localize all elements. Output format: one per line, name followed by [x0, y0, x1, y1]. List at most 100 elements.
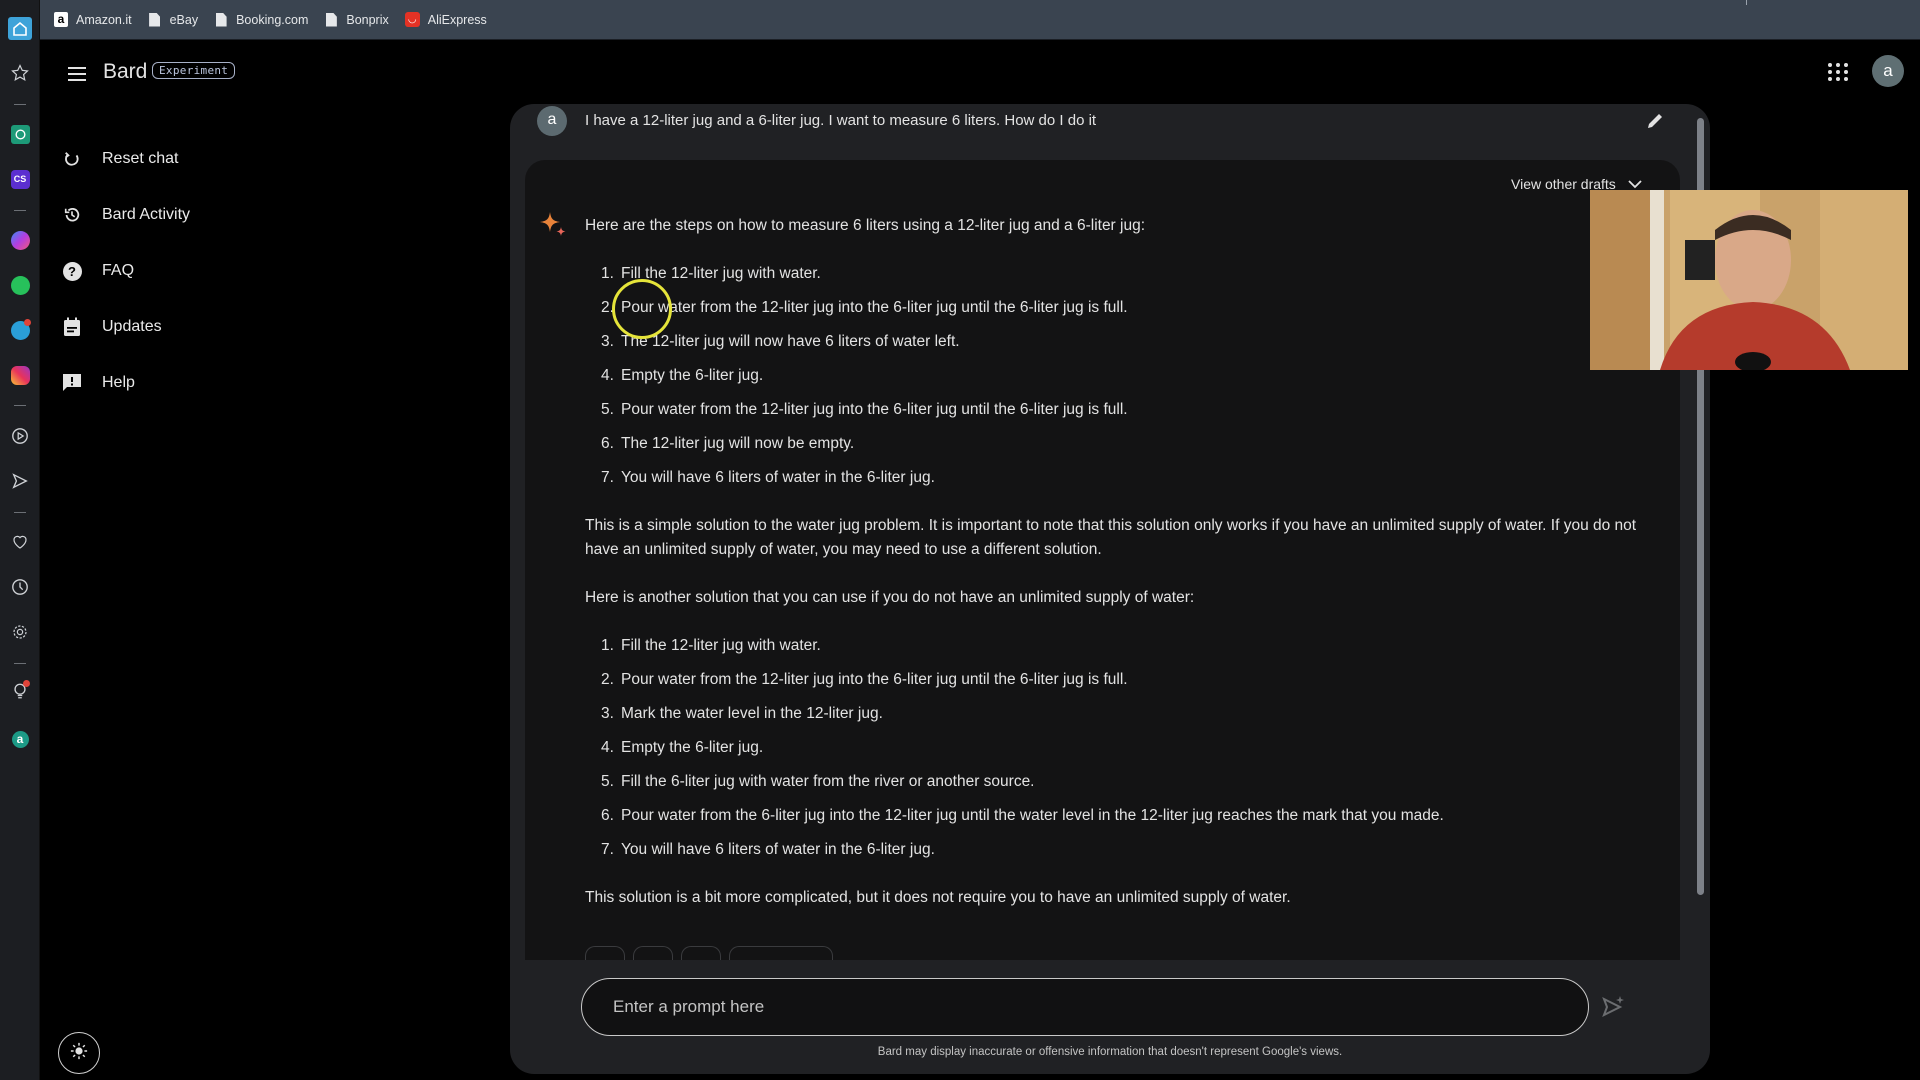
list-item: 3. Mark the water level in the 12-liter j…	[601, 705, 883, 722]
page-icon	[325, 12, 337, 27]
page-icon	[149, 12, 161, 27]
response-body: Here are the steps on how to measure 6 l…	[585, 214, 1645, 910]
list-item: 6. The 12-liter jug will now be empty.	[601, 435, 855, 452]
cs-app-icon[interactable]: CS	[9, 168, 31, 190]
bookmark-label: eBay	[169, 12, 199, 27]
bard-sidebar: Bard Experiment Reset chat Bard Activity…	[40, 40, 510, 1080]
list-item: 6. Pour water from the 6-liter jug into t…	[601, 807, 1444, 824]
sidebar-item-bard-activity[interactable]: Bard Activity	[62, 195, 190, 235]
bookmark-ebay[interactable]: eBay	[148, 12, 199, 28]
list-item: 5. Fill the 6-liter jug with water from t…	[601, 773, 1035, 790]
pencil-icon	[1644, 114, 1666, 136]
bookmark-booking[interactable]: Booking.com	[214, 12, 308, 28]
response-action-buttons	[585, 946, 833, 960]
google-it-button[interactable]	[729, 946, 833, 960]
bookmarks-divider	[1746, 0, 1747, 5]
send-icon	[1600, 996, 1626, 1024]
share-button[interactable]	[681, 946, 721, 960]
list-item: 4. Empty the 6-liter jug.	[601, 739, 764, 756]
sidebar-item-label: Reset chat	[102, 150, 179, 167]
telegram-icon[interactable]	[9, 318, 31, 341]
list-item: 1. Fill the 12-liter jug with water.	[601, 265, 821, 282]
history-icon	[62, 205, 82, 225]
sidebar-item-faq[interactable]: ? FAQ	[62, 251, 134, 291]
list-item: 4. Empty the 6-liter jug.	[601, 367, 764, 384]
bard-response: View other drafts Here are the steps on …	[525, 160, 1680, 960]
sun-icon	[70, 1042, 88, 1065]
experiment-badge: Experiment	[152, 62, 236, 79]
list-item: 2. Pour water from the 12-liter jug into …	[601, 299, 1128, 316]
steps-list-2: 1. Fill the 12-liter jug with water. 2. Po…	[585, 634, 1645, 872]
sidebar-item-label: FAQ	[102, 262, 135, 279]
account-avatar[interactable]: a	[1872, 55, 1904, 87]
sidebar-item-help[interactable]: Help	[62, 363, 135, 403]
aliexpress-icon: ◡	[404, 12, 420, 27]
user-prompt-text: I have a 12-liter jug and a 6-liter jug.…	[585, 112, 1097, 129]
list-item: 2. Pour water from the 12-liter jug into …	[601, 671, 1128, 688]
list-item: 1. Fill the 12-liter jug with water.	[601, 637, 821, 654]
prompt-input-container	[581, 978, 1589, 1036]
user-avatar: a	[537, 106, 567, 136]
amazon-icon: a	[54, 12, 68, 27]
theme-toggle-button[interactable]	[58, 1032, 100, 1074]
sidebar-item-updates[interactable]: Updates	[62, 307, 162, 347]
response-intro: Here are the steps on how to measure 6 l…	[585, 217, 1146, 234]
page-icon	[215, 12, 227, 27]
dock-divider	[14, 405, 26, 406]
list-item: 5. Pour water from the 12-liter jug into …	[601, 401, 1128, 418]
bookmark-aliexpress[interactable]: ◡ AliExpress	[404, 12, 487, 27]
steps-list-1: 1. Fill the 12-liter jug with water. 2. Po…	[585, 262, 1645, 500]
dock-divider	[14, 104, 26, 105]
clock-icon[interactable]	[9, 576, 31, 598]
prompt-input[interactable]	[613, 997, 1491, 1017]
star-icon[interactable]	[9, 62, 31, 84]
notification-dot	[23, 679, 30, 687]
edit-prompt-button[interactable]	[1644, 110, 1666, 132]
webcam-overlay	[1590, 190, 1908, 370]
dock-divider	[14, 512, 26, 513]
reset-icon	[62, 149, 82, 169]
send-icon[interactable]	[9, 470, 31, 492]
dock-divider	[14, 663, 26, 664]
send-button[interactable]	[1600, 994, 1626, 1020]
list-item: 7. You will have 6 liters of water in the…	[601, 469, 935, 486]
help-circle-icon: ?	[62, 261, 82, 281]
instagram-icon[interactable]	[9, 364, 31, 386]
home-icon[interactable]	[8, 17, 32, 40]
sidebar-item-label: Help	[102, 374, 135, 391]
thumbs-down-button[interactable]	[633, 946, 673, 960]
bookmark-label: AliExpress	[427, 12, 487, 27]
google-apps-button[interactable]	[1826, 60, 1850, 84]
thumbs-up-button[interactable]	[585, 946, 625, 960]
sidebar-item-label: Updates	[102, 318, 162, 335]
whatsapp-icon[interactable]	[9, 274, 31, 296]
response-note: This is a simple solution to the water j…	[585, 517, 1637, 558]
app-title: Bard	[103, 60, 148, 83]
account-icon[interactable]: a	[9, 728, 31, 750]
bookmark-bonprix[interactable]: Bonprix	[324, 12, 389, 28]
notification-dot	[23, 318, 31, 326]
chatgpt-icon[interactable]	[9, 123, 31, 145]
dock-divider	[14, 210, 26, 211]
bard-sparkle-icon	[539, 210, 569, 240]
cursor-highlight	[612, 279, 672, 339]
bookmark-label: Booking.com	[236, 12, 309, 27]
response-conclusion: This solution is a bit more complicated,…	[585, 889, 1291, 906]
feedback-icon	[62, 373, 82, 393]
messenger-icon[interactable]	[9, 229, 31, 251]
bookmark-label: Amazon.it	[76, 12, 132, 27]
heart-icon[interactable]	[9, 531, 31, 553]
browser-sidebar-dock: CS a	[0, 0, 40, 1080]
sidebar-item-reset-chat[interactable]: Reset chat	[62, 139, 178, 179]
play-icon[interactable]	[9, 425, 31, 447]
main-menu-button[interactable]	[66, 62, 90, 86]
response-intro-2: Here is another solution that you can us…	[585, 589, 1195, 606]
list-item: 3. The 12-liter jug will now have 6 liter…	[601, 333, 960, 350]
disclaimer-text: Bard may display inaccurate or offensive…	[877, 1046, 1343, 1058]
calendar-icon	[62, 317, 82, 337]
lightbulb-icon[interactable]	[9, 679, 31, 704]
bookmark-amazon[interactable]: a Amazon.it	[54, 12, 132, 27]
settings-icon[interactable]	[9, 621, 31, 643]
chat-panel: a I have a 12-liter jug and a 6-liter ju…	[510, 104, 1710, 1074]
bookmarks-bar: a Amazon.it eBay Booking.com Bonprix ◡ Ali…	[40, 0, 1920, 40]
